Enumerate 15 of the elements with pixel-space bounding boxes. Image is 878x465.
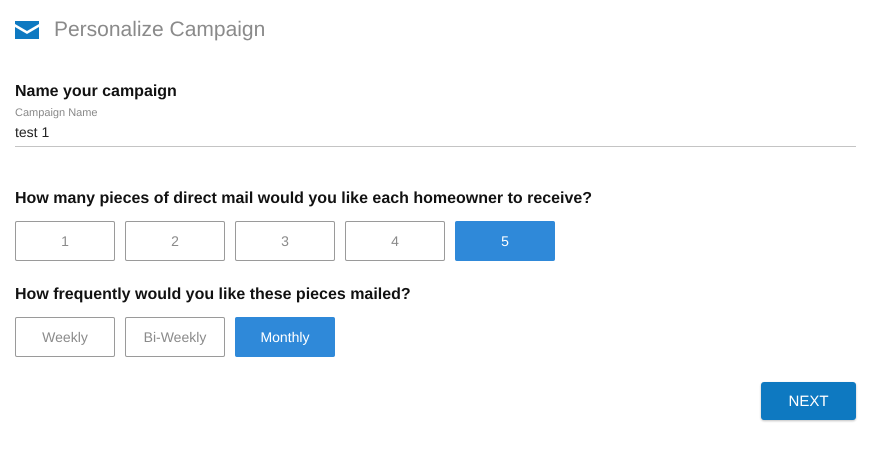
option-button[interactable]: 5 [455, 221, 555, 261]
option-button[interactable]: Bi-Weekly [125, 317, 225, 357]
option-button[interactable]: Weekly [15, 317, 115, 357]
campaign-name-field[interactable]: Campaign Name test 1 [15, 107, 856, 147]
question-heading: How frequently would you like these pieces mailed? [15, 286, 412, 304]
option-button[interactable]: 3 [235, 221, 335, 261]
question-heading: How many pieces of direct mail would you like each homeowner to receive? [15, 190, 594, 208]
option-button[interactable]: Monthly [235, 317, 335, 357]
section-heading: Name your campaign [15, 83, 178, 101]
option-button[interactable]: 1 [15, 221, 115, 261]
next-button[interactable]: NEXT [761, 382, 856, 420]
page-title: Personalize Campaign [54, 18, 266, 42]
option-button[interactable]: 4 [345, 221, 445, 261]
envelope-icon [15, 21, 39, 39]
option-button[interactable]: 2 [125, 221, 225, 261]
